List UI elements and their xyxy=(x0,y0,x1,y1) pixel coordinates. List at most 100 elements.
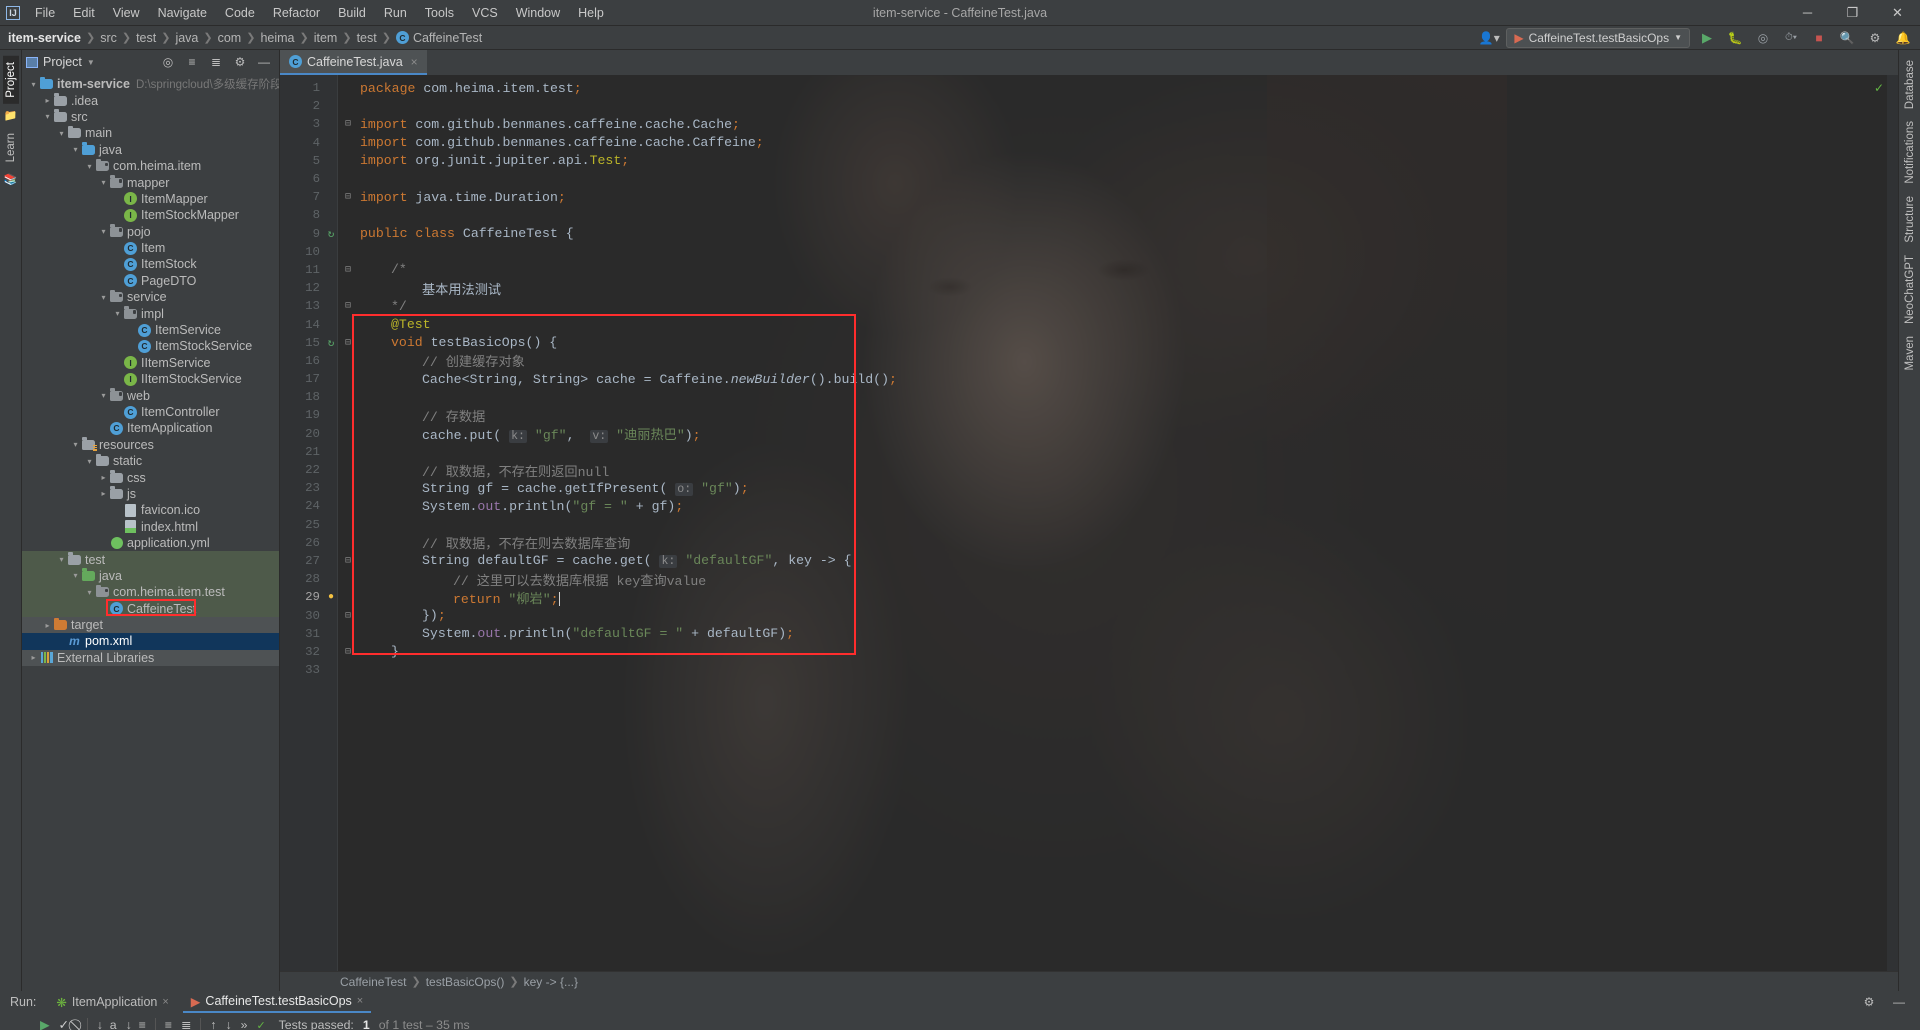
coverage-button[interactable]: ◎ xyxy=(1752,28,1774,48)
run-tab-bar[interactable]: Run: ❋ ItemApplication × ▶ CaffeineTest.… xyxy=(0,991,1920,1013)
menu-tools[interactable]: Tools xyxy=(416,3,463,23)
close-button[interactable]: ✕ xyxy=(1875,0,1920,26)
tree-item-static[interactable]: ▾ static xyxy=(22,453,279,469)
tree-item-favicon-ico[interactable]: favicon.ico xyxy=(22,502,279,518)
sort-by-duration-icon[interactable]: ↓ ≡ xyxy=(126,1018,146,1030)
project-panel-actions[interactable]: ◎ ≡ ≣ ⚙ — xyxy=(157,52,275,72)
menu-navigate[interactable]: Navigate xyxy=(149,3,216,23)
code-line-18[interactable]: 18 xyxy=(280,388,1898,406)
tree-item-pojo[interactable]: ▾ pojo xyxy=(22,224,279,240)
sidebar-tab-neochatgpt[interactable]: NeoChatGPT xyxy=(1902,249,1918,330)
stop-button[interactable]: ■ xyxy=(1808,28,1830,48)
chevron-down-icon[interactable]: ▾ xyxy=(98,227,109,236)
run-gutter-icon[interactable]: ↻ xyxy=(324,336,338,350)
code-line-17[interactable]: 17 Cache<String, String> cache = Caffeine… xyxy=(280,370,1898,388)
code-line-1[interactable]: 1 package com.heima.item.test; xyxy=(280,79,1898,97)
breadcrumb-item-test[interactable]: test xyxy=(136,31,156,45)
tree-item-mapper[interactable]: ▾ mapper xyxy=(22,174,279,190)
chevron-right-icon[interactable]: ▸ xyxy=(98,473,109,482)
code-editor[interactable]: 1 package com.heima.item.test; 2 3 ⊟ import c… xyxy=(280,75,1898,971)
editor-breadcrumb-item[interactable]: key -> {...} xyxy=(524,975,578,989)
books-icon[interactable]: 📚 xyxy=(4,173,18,186)
menu-build[interactable]: Build xyxy=(329,3,375,23)
breadcrumb-item-item-service[interactable]: item-service xyxy=(8,31,81,45)
hide-panel-icon[interactable]: — xyxy=(253,52,275,72)
tree-item-caffeinetest[interactable]: C CaffeineTest xyxy=(22,600,279,617)
tree-item-external-libraries[interactable]: ▸ External Libraries xyxy=(22,649,279,667)
breadcrumb-item-heima[interactable]: heima xyxy=(260,31,294,45)
code-line-14[interactable]: 14 @Test xyxy=(280,315,1898,333)
code-line-5[interactable]: 5 import org.junit.jupiter.api.Test; xyxy=(280,152,1898,170)
window-controls[interactable]: ─ ❐ ✕ xyxy=(1785,0,1920,26)
chevron-down-icon[interactable]: ▾ xyxy=(70,145,81,154)
close-icon[interactable]: × xyxy=(357,995,363,1007)
chevron-down-icon[interactable]: ▾ xyxy=(56,555,67,564)
sidebar-tab-database[interactable]: Database xyxy=(1902,54,1918,115)
editor-scrollbar[interactable] xyxy=(1887,75,1898,971)
tree-item-com-heima-item-test[interactable]: ▾ com.heima.item.test xyxy=(22,584,279,601)
run-tab-itemapplication[interactable]: ❋ ItemApplication × xyxy=(48,993,176,1012)
notifications-bell-icon[interactable]: 🔔 xyxy=(1892,28,1914,48)
right-tool-strip[interactable]: Database Notifications Structure NeoChat… xyxy=(1898,50,1920,991)
code-fold-icon[interactable]: ⊟ xyxy=(342,191,354,203)
chevron-down-icon[interactable]: ▾ xyxy=(70,440,81,449)
menu-file[interactable]: File xyxy=(26,3,64,23)
tree-item-pom-xml[interactable]: m pom.xml xyxy=(22,633,279,650)
run-play-icon[interactable]: ▶ xyxy=(40,1018,49,1030)
breadcrumb[interactable]: item-service ❯ src ❯ test ❯ java ❯ com ❯ heima ❯ ite… xyxy=(8,31,482,45)
code-line-21[interactable]: 21 xyxy=(280,443,1898,461)
show-passed-icon[interactable]: ✓ xyxy=(58,1018,68,1030)
tree-item-itemservice[interactable]: C ItemService xyxy=(22,322,279,338)
code-fold-icon[interactable]: ⊟ xyxy=(342,300,354,312)
tree-item-src[interactable]: ▾ src xyxy=(22,109,279,125)
prev-occurrence-icon[interactable]: ↑ xyxy=(210,1018,216,1030)
tree-item-itemstock[interactable]: C ItemStock xyxy=(22,256,279,272)
code-line-8[interactable]: 8 xyxy=(280,206,1898,224)
tree-item-css[interactable]: ▸ css xyxy=(22,469,279,485)
code-line-23[interactable]: 23 String gf = cache.getIfPresent( o: "gf… xyxy=(280,479,1898,497)
tree-item-target[interactable]: ▸ target xyxy=(22,616,279,634)
menu-run[interactable]: Run xyxy=(375,3,416,23)
code-line-11[interactable]: 11 ⊟ /* xyxy=(280,261,1898,279)
tree-item-impl[interactable]: ▾ impl xyxy=(22,305,279,321)
code-line-25[interactable]: 25 xyxy=(280,516,1898,534)
code-line-6[interactable]: 6 xyxy=(280,170,1898,188)
debug-button[interactable]: 🐛 xyxy=(1724,28,1746,48)
code-line-33[interactable]: 33 xyxy=(280,661,1898,679)
tree-item-iitemservice[interactable]: I IItemService xyxy=(22,355,279,371)
tree-item-itemapplication[interactable]: C ItemApplication xyxy=(22,420,279,436)
intention-bulb-icon[interactable]: ● xyxy=(324,592,338,603)
hide-panel-icon[interactable]: — xyxy=(1888,992,1910,1012)
chevron-down-icon[interactable]: ▼ xyxy=(87,58,95,67)
code-line-10[interactable]: 10 xyxy=(280,243,1898,261)
code-line-16[interactable]: 16 // 创建缓存对象 xyxy=(280,352,1898,371)
tree-item-java[interactable]: ▾ java xyxy=(22,567,279,585)
code-line-13[interactable]: 13 ⊟ */ xyxy=(280,297,1898,315)
code-line-31[interactable]: 31 System.out.println("defaultGF = " + de… xyxy=(280,625,1898,643)
code-line-28[interactable]: 28 // 这里可以去数据库根据 key查询value xyxy=(280,570,1898,589)
expand-all-icon[interactable]: ≡ xyxy=(181,52,203,72)
chevron-down-icon[interactable]: ▾ xyxy=(42,112,53,121)
tree-item-itemcontroller[interactable]: C ItemController xyxy=(22,404,279,420)
breadcrumb-item-java[interactable]: java xyxy=(175,31,198,45)
tree-item-item[interactable]: C Item xyxy=(22,240,279,256)
tree-item-com-heima-item[interactable]: ▾ com.heima.item xyxy=(22,158,279,174)
menu-code[interactable]: Code xyxy=(216,3,264,23)
locate-icon[interactable]: ◎ xyxy=(157,52,179,72)
tree-item-itemmapper[interactable]: I ItemMapper xyxy=(22,191,279,207)
sort-alphabetically-icon[interactable]: ↓ a xyxy=(97,1018,117,1030)
tree-item-index-html[interactable]: index.html xyxy=(22,519,279,535)
next-occurrence-icon[interactable]: ↓ xyxy=(225,1018,231,1030)
editor-breadcrumb-item[interactable]: CaffeineTest xyxy=(340,975,407,989)
code-line-27[interactable]: 27 ⊟ String defaultGF = cache.get( k: "def… xyxy=(280,552,1898,570)
chevron-down-icon[interactable]: ▾ xyxy=(84,457,95,466)
breadcrumb-item-caffeinetest[interactable]: C CaffeineTest xyxy=(395,31,482,45)
code-fold-icon[interactable]: ⊟ xyxy=(342,337,354,349)
menu-view[interactable]: View xyxy=(104,3,149,23)
editor-breadcrumbs[interactable]: CaffeineTest ❯ testBasicOps() ❯ key -> {...} xyxy=(280,971,1898,991)
tree-item-pagedto[interactable]: C PageDTO xyxy=(22,273,279,289)
code-line-20[interactable]: 20 cache.put( k: "gf", v: "迪丽热巴"); xyxy=(280,425,1898,444)
breadcrumb-item-com[interactable]: com xyxy=(218,31,242,45)
chevron-right-icon[interactable]: ▸ xyxy=(42,96,53,105)
menu-refactor[interactable]: Refactor xyxy=(264,3,329,23)
